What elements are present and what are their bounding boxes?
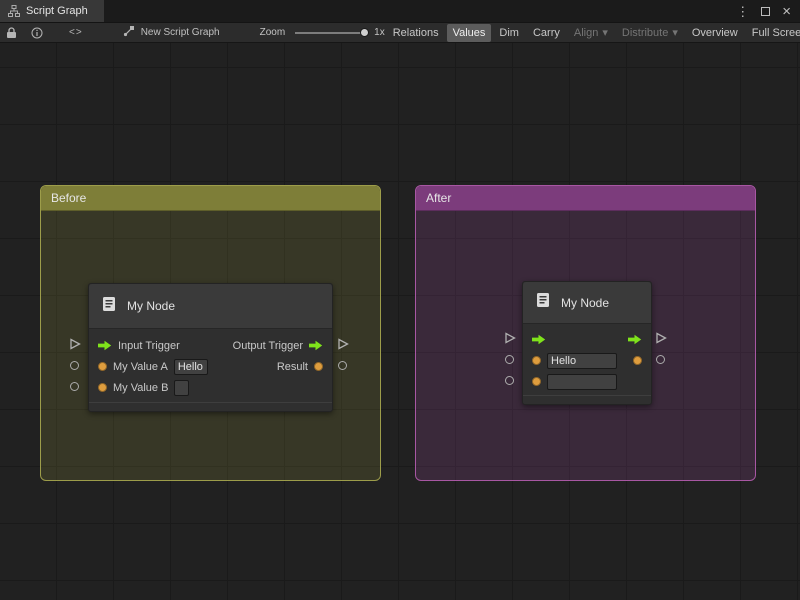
- value-b-input[interactable]: [174, 380, 189, 396]
- node-header[interactable]: My Node: [523, 282, 651, 324]
- tab-title: Script Graph: [26, 5, 88, 17]
- group-before-title: Before: [51, 191, 86, 205]
- output-trigger-port[interactable]: [628, 334, 642, 345]
- group-before-header[interactable]: Before: [41, 186, 380, 211]
- external-result-port[interactable]: [338, 361, 347, 370]
- external-flow-output-port[interactable]: [655, 332, 667, 344]
- zoom-value: 1x: [374, 27, 385, 38]
- node-title: My Node: [561, 296, 609, 310]
- relations-button[interactable]: Relations: [387, 24, 445, 42]
- result-label: Result: [277, 361, 308, 373]
- external-value-b-port[interactable]: [505, 376, 514, 385]
- group-after-header[interactable]: After: [416, 186, 755, 211]
- node-my-node-after[interactable]: My Node: [522, 281, 652, 405]
- node-footer: [89, 402, 332, 411]
- zoom-slider[interactable]: [295, 28, 367, 38]
- node-header[interactable]: My Node: [89, 284, 332, 329]
- script-node-icon: [534, 291, 552, 314]
- external-value-b-port[interactable]: [70, 382, 79, 391]
- external-value-a-port[interactable]: [505, 355, 514, 364]
- graph-selector[interactable]: New Script Graph: [123, 25, 220, 40]
- tab-bar: Script Graph ⋮ ×: [0, 0, 800, 22]
- maximize-icon[interactable]: [761, 7, 770, 16]
- output-trigger-label: Output Trigger: [233, 340, 303, 352]
- zoom-label: Zoom: [260, 27, 286, 38]
- kebab-menu-icon[interactable]: ⋮: [736, 5, 749, 18]
- value-a-port[interactable]: [532, 356, 541, 365]
- script-graph-icon: [8, 5, 20, 17]
- distribute-label: Distribute: [622, 27, 668, 39]
- external-value-a-port[interactable]: [70, 361, 79, 370]
- overview-button[interactable]: Overview: [686, 24, 744, 42]
- graph-name-label: New Script Graph: [141, 27, 220, 38]
- group-after-title: After: [426, 191, 451, 205]
- script-node-icon: [100, 295, 118, 318]
- graph-icon: [123, 25, 135, 40]
- lock-icon[interactable]: [6, 27, 17, 39]
- value-a-port[interactable]: [98, 362, 107, 371]
- graph-canvas[interactable]: Before After My Node Input Trigger Outpu…: [0, 43, 800, 600]
- align-button[interactable]: Align ▾: [568, 23, 614, 42]
- dim-button[interactable]: Dim: [493, 24, 525, 42]
- chevron-down-icon: ▾: [672, 26, 678, 39]
- value-a-input[interactable]: [174, 359, 208, 375]
- value-b-row: [523, 371, 651, 392]
- node-body: Input Trigger Output Trigger My Value A …: [89, 329, 332, 402]
- input-trigger-port[interactable]: [98, 340, 112, 351]
- chevron-down-icon: ▾: [602, 26, 608, 39]
- trigger-row: [523, 329, 651, 350]
- full-screen-button[interactable]: Full Screen: [746, 24, 800, 42]
- external-flow-output-port[interactable]: [337, 338, 349, 350]
- input-trigger-port[interactable]: [532, 334, 546, 345]
- close-icon[interactable]: ×: [782, 4, 791, 19]
- external-flow-input-port[interactable]: [504, 332, 516, 344]
- input-trigger-label: Input Trigger: [118, 340, 180, 352]
- value-b-port[interactable]: [98, 383, 107, 392]
- code-icon[interactable]: <>: [69, 27, 83, 38]
- result-port[interactable]: [314, 362, 323, 371]
- zoom-slider-knob[interactable]: [360, 28, 369, 37]
- align-label: Align: [574, 27, 598, 39]
- result-port[interactable]: [633, 356, 642, 365]
- distribute-button[interactable]: Distribute ▾: [616, 23, 684, 42]
- value-b-label: My Value B: [113, 382, 168, 394]
- value-b-input[interactable]: [547, 374, 617, 390]
- graph-toolbar: <> New Script Graph Zoom 1x Relations Va…: [0, 22, 800, 43]
- output-trigger-port[interactable]: [309, 340, 323, 351]
- external-flow-input-port[interactable]: [69, 338, 81, 350]
- node-title: My Node: [127, 299, 175, 313]
- value-a-row: My Value A Result: [89, 356, 332, 377]
- external-result-port[interactable]: [656, 355, 665, 364]
- values-button[interactable]: Values: [447, 24, 492, 42]
- value-b-port[interactable]: [532, 377, 541, 386]
- value-a-input[interactable]: [547, 353, 617, 369]
- trigger-row: Input Trigger Output Trigger: [89, 335, 332, 356]
- window-controls: ⋮ ×: [736, 0, 800, 22]
- node-my-node-before[interactable]: My Node Input Trigger Output Trigger My …: [88, 283, 333, 412]
- zoom-slider-track: [295, 32, 367, 34]
- value-a-label: My Value A: [113, 361, 168, 373]
- value-a-row: [523, 350, 651, 371]
- tab-script-graph[interactable]: Script Graph: [0, 0, 104, 22]
- node-footer: [523, 395, 651, 404]
- node-body: [523, 324, 651, 395]
- value-b-row: My Value B: [89, 377, 332, 398]
- info-icon[interactable]: [31, 27, 43, 39]
- carry-button[interactable]: Carry: [527, 24, 566, 42]
